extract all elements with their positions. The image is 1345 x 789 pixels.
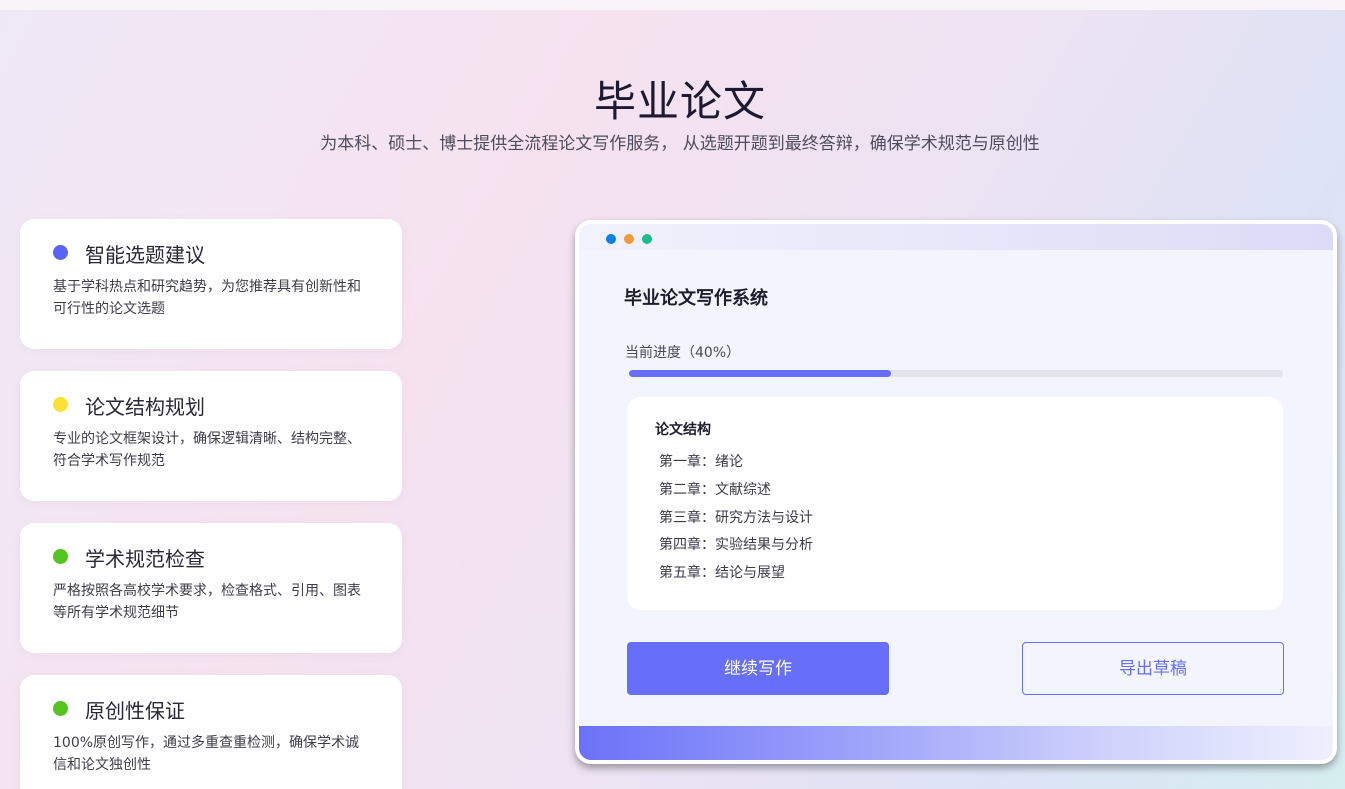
chapter-item: 第二章：文献综述	[659, 481, 771, 498]
window-footer-gradient	[579, 726, 1333, 760]
top-strip	[0, 0, 1345, 10]
feature-description: 基于学科热点和研究趋势，为您推荐具有创新性和可行性的论文选题	[53, 279, 361, 317]
bullet-dot-icon	[53, 701, 68, 716]
feature-description: 专业的论文框架设计，确保逻辑清晰、结构完整、符合学术写作规范	[53, 431, 361, 469]
feature-card-norms: 学术规范检查 严格按照各高校学术要求，检查格式、引用、图表等所有学术规范细节	[20, 523, 402, 653]
maximize-dot-icon	[642, 234, 652, 244]
feature-title: 论文结构规划	[85, 395, 205, 419]
bullet-dot-icon	[53, 397, 68, 412]
feature-card-topic: 智能选题建议 基于学科热点和研究趋势，为您推荐具有创新性和可行性的论文选题	[20, 219, 402, 349]
feature-title: 智能选题建议	[85, 243, 205, 267]
chapter-list: 第一章：绪论 第二章：文献综述 第三章：研究方法与设计 第四章：实验结果与分析 …	[659, 451, 813, 590]
progress-label: 当前进度（40%）	[625, 345, 741, 361]
chapter-item: 第四章：实验结果与分析	[659, 537, 813, 554]
feature-description: 100%原创写作，通过多重查重检测，确保学术诚信和论文独创性	[53, 735, 360, 773]
chapter-item: 第五章：结论与展望	[659, 565, 785, 582]
window-title: 毕业论文写作系统	[624, 288, 768, 309]
app-window-mockup: 毕业论文写作系统 当前进度（40%） 论文结构 第一章：绪论 第二章：文献综述 …	[575, 220, 1337, 764]
page-subtitle: 为本科、硕士、博士提供全流程论文写作服务， 从选题开题到最终答辩，确保学术规范与…	[320, 134, 1040, 154]
feature-description: 严格按照各高校学术要求，检查格式、引用、图表等所有学术规范细节	[53, 583, 361, 621]
export-draft-button[interactable]: 导出草稿	[1022, 642, 1284, 695]
close-dot-icon	[606, 234, 616, 244]
chapter-item: 第三章：研究方法与设计	[659, 509, 813, 526]
feature-card-originality: 原创性保证 100%原创写作，通过多重查重检测，确保学术诚信和论文独创性	[20, 675, 402, 789]
page-title: 毕业论文	[593, 77, 766, 126]
minimize-dot-icon	[624, 234, 634, 244]
feature-title: 原创性保证	[85, 699, 185, 723]
structure-title: 论文结构	[655, 422, 711, 438]
bullet-dot-icon	[53, 549, 68, 564]
structure-card: 论文结构 第一章：绪论 第二章：文献综述 第三章：研究方法与设计 第四章：实验结…	[627, 397, 1283, 610]
chapter-item: 第一章：绪论	[659, 454, 743, 470]
continue-writing-button[interactable]: 继续写作	[627, 642, 889, 695]
progress-bar	[629, 370, 1283, 377]
feature-title: 学术规范检查	[85, 547, 205, 571]
window-titlebar	[579, 224, 1333, 250]
bullet-dot-icon	[53, 245, 68, 260]
feature-card-structure: 论文结构规划 专业的论文框架设计，确保逻辑清晰、结构完整、符合学术写作规范	[20, 371, 402, 501]
progress-fill	[629, 370, 891, 377]
